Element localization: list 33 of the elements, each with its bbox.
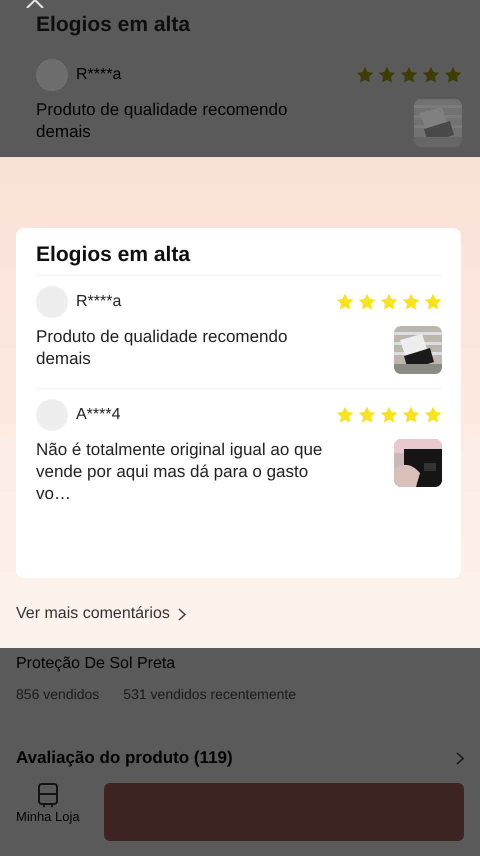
star-icon — [336, 406, 354, 424]
store-tab[interactable]: Minha Loja — [16, 783, 80, 826]
review-text: Não é totalmente original igual ao que vende por aqui mas dá para o gasto vo… — [36, 439, 324, 506]
star-icon — [378, 66, 396, 84]
recent-sales: 531 vendidos recentemente — [123, 685, 296, 704]
chevron-icon — [178, 608, 186, 620]
star-icon — [444, 66, 462, 84]
reviewer-name: R****a — [76, 65, 122, 86]
star-icon — [358, 293, 376, 312]
star-icon — [424, 406, 442, 424]
star-icon — [422, 66, 440, 84]
chevron-icon — [456, 752, 464, 764]
star-icon — [402, 293, 420, 312]
product-name: Proteção De Sol Preta — [15, 654, 176, 674]
review-text: Produto de qualidade recomendo demais — [36, 326, 288, 370]
review-text: Produto de qualidade recomendo demais — [36, 99, 288, 144]
reviewer-name: R****a — [76, 292, 122, 312]
star-icon — [380, 406, 398, 424]
star-icon — [336, 293, 354, 312]
section-title: Elogios em alta — [36, 12, 192, 38]
close-icon[interactable] — [26, 0, 44, 8]
sold-count: 856 vendidos — [16, 685, 100, 704]
store-icon — [36, 783, 59, 807]
star-icon — [380, 293, 398, 312]
star-icon — [402, 406, 420, 424]
more-comments-link[interactable]: Ver mais comentários — [16, 602, 170, 626]
star-icon — [424, 293, 442, 312]
reviewer-name: A****4 — [76, 405, 122, 426]
star-icon — [358, 406, 376, 424]
star-icon — [356, 66, 374, 84]
star-icon — [400, 66, 418, 84]
section-title: Elogios em alta — [36, 242, 192, 268]
rating-row[interactable]: Avaliação do produto (119) — [0, 733, 480, 783]
